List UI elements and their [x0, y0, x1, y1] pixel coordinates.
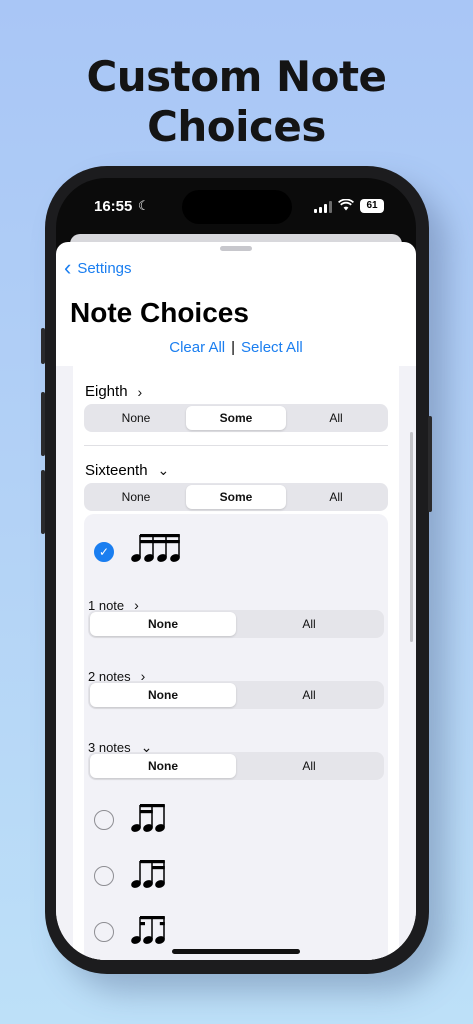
sixteenth-options-panel — [84, 514, 388, 960]
status-time: 16:55 — [94, 198, 133, 215]
cellular-signal-icon — [314, 201, 332, 213]
section-sixteenth-label: Sixteenth — [85, 462, 148, 479]
rhythm-pattern-sixteenth-eighth-sixteenth — [131, 916, 165, 944]
home-indicator[interactable] — [172, 949, 300, 954]
moon-icon: ☾ — [138, 198, 150, 213]
chevron-down-icon: ⌄ — [157, 462, 170, 478]
settings-sheet: ‹ Settings Note Choices Clear All | Select… — [56, 242, 416, 960]
section-eighth-label: Eighth — [85, 383, 128, 400]
phone-side-button — [41, 470, 45, 534]
checkbox-four-sixteenths[interactable]: ✓ — [94, 542, 114, 562]
section-sixteenth[interactable]: Sixteenth ⌄ — [85, 462, 169, 479]
rhythm-pattern-eighth-sixteenth-sixteenth — [131, 860, 165, 888]
eighth-option-all[interactable]: All — [286, 406, 386, 430]
section-eighth[interactable]: Eighth › — [85, 383, 142, 400]
checkbox-pattern-2[interactable] — [94, 866, 114, 886]
headline: Custom Note Choices — [0, 52, 473, 152]
group-1-note-segmented-control[interactable]: None All — [88, 610, 384, 638]
checkbox-pattern-1[interactable] — [94, 810, 114, 830]
action-separator: | — [231, 339, 236, 356]
sixteenth-option-none[interactable]: None — [86, 485, 186, 509]
bulk-actions: Clear All | Select All — [56, 339, 416, 356]
sixteenth-option-some[interactable]: Some — [186, 485, 286, 509]
status-bar: 16:55 ☾ 61 — [56, 178, 416, 238]
headline-line-2: Choices — [147, 102, 326, 151]
group-2-notes-option-all[interactable]: All — [236, 683, 382, 707]
eighth-option-some[interactable]: Some — [186, 406, 286, 430]
group-2-notes-segmented-control[interactable]: None All — [88, 681, 384, 709]
rhythm-pattern-sixteenth-sixteenth-eighth — [131, 804, 165, 832]
dynamic-island — [182, 190, 292, 224]
group-3-notes-option-all[interactable]: All — [236, 754, 382, 778]
select-all-button[interactable]: Select All — [241, 339, 303, 356]
sheet-grabber[interactable] — [220, 246, 252, 251]
wifi-icon — [337, 198, 355, 214]
scroll-indicator[interactable] — [410, 432, 413, 642]
rhythm-pattern-four-sixteenths — [131, 534, 180, 562]
group-1-note-option-all[interactable]: All — [236, 612, 382, 636]
group-3-notes-option-none[interactable]: None — [90, 754, 236, 778]
page-title: Note Choices — [70, 297, 249, 328]
group-2-notes-option-none[interactable]: None — [90, 683, 236, 707]
sixteenth-option-all[interactable]: All — [286, 485, 386, 509]
section-divider — [84, 445, 388, 446]
headline-line-1: Custom Note — [86, 52, 387, 101]
phone-side-button — [41, 392, 45, 456]
phone-side-button — [428, 416, 432, 512]
group-1-note-option-none[interactable]: None — [90, 612, 236, 636]
eighth-option-none[interactable]: None — [86, 406, 186, 430]
back-button-label: Settings — [77, 259, 132, 277]
sixteenth-segmented-control[interactable]: None Some All — [84, 483, 388, 511]
clear-all-button[interactable]: Clear All — [169, 339, 225, 356]
phone-screen: 16:55 ☾ 61 ‹ Settings Note Choices Clear… — [56, 178, 416, 960]
eighth-segmented-control[interactable]: None Some All — [84, 404, 388, 432]
chevron-left-icon: ‹ — [64, 255, 72, 280]
chevron-right-icon: › — [137, 383, 143, 400]
phone-side-button — [41, 328, 45, 364]
back-button[interactable]: ‹ Settings — [64, 255, 132, 280]
group-3-notes-segmented-control[interactable]: None All — [88, 752, 384, 780]
battery-icon: 61 — [360, 199, 384, 213]
checkbox-pattern-3[interactable] — [94, 922, 114, 942]
